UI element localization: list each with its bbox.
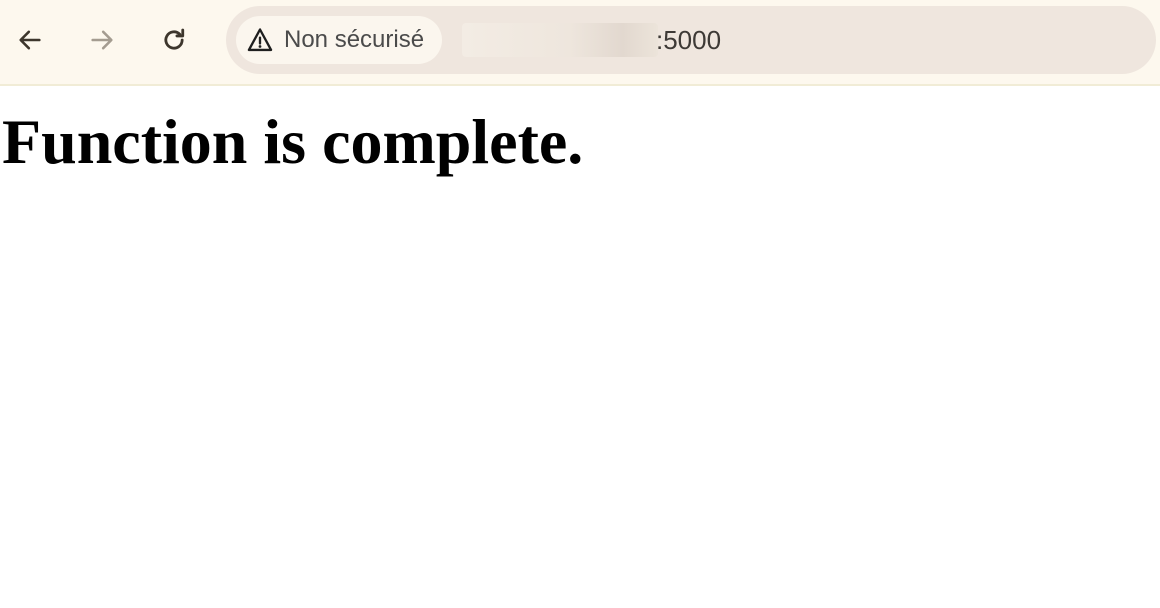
url-port: :5000 [656, 24, 722, 55]
arrow-left-icon [19, 30, 41, 50]
address-bar[interactable]: Non sécurisé :5000 [226, 6, 1156, 74]
browser-toolbar: Non sécurisé :5000 [0, 0, 1160, 86]
reload-button[interactable] [156, 22, 192, 58]
redacted-url-host [462, 23, 658, 57]
arrow-right-icon [91, 30, 113, 50]
reload-icon [164, 28, 185, 50]
page-heading: Function is complete. [2, 106, 584, 177]
page-content: Function is complete. [0, 88, 1160, 608]
warning-triangle-icon [247, 28, 273, 52]
security-indicator-chip[interactable]: Non sécurisé [236, 16, 443, 64]
url-text[interactable]: :5000 [462, 6, 721, 74]
forward-button[interactable] [84, 22, 120, 58]
back-button[interactable] [12, 22, 48, 58]
security-label: Non sécurisé [284, 26, 425, 53]
